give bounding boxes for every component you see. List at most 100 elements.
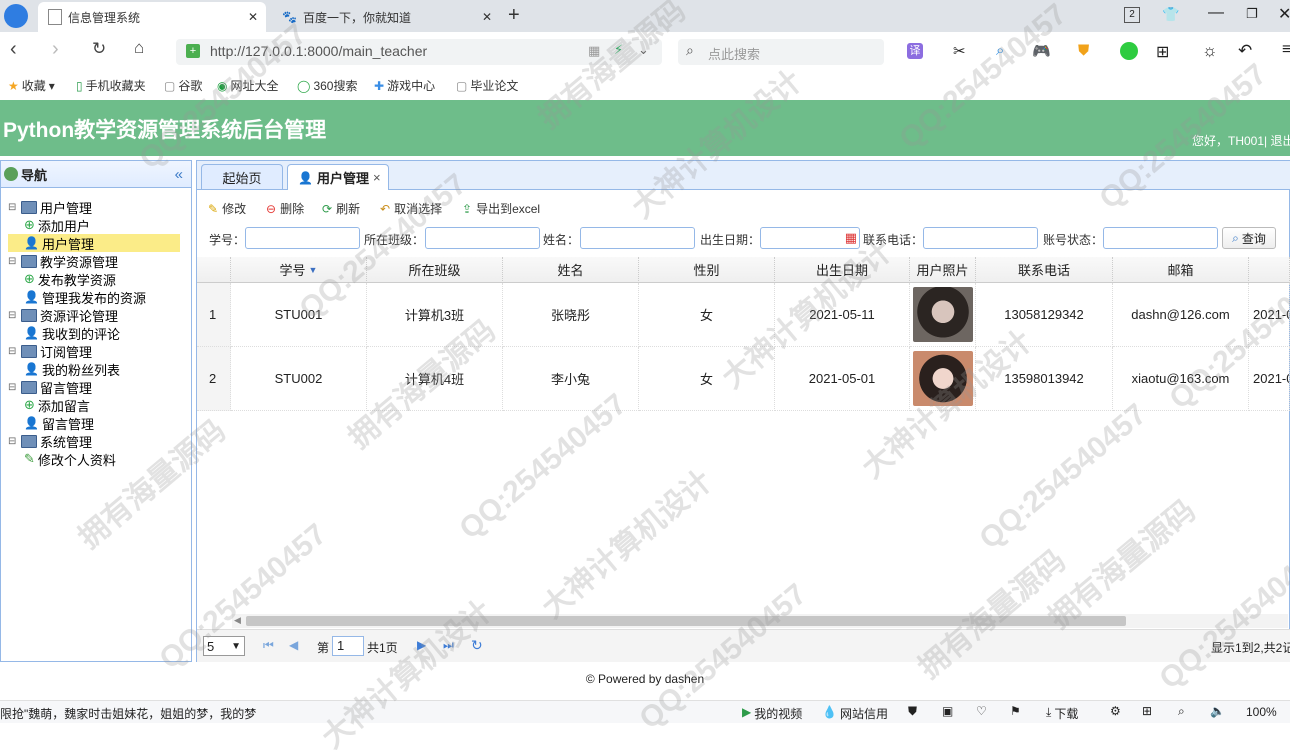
expand-minus-icon[interactable]: ⊟ bbox=[8, 382, 18, 393]
page-size-select[interactable]: 5 ▼ bbox=[203, 636, 245, 656]
nav-group[interactable]: ⊟ 留言管理 bbox=[8, 378, 92, 396]
expand-minus-icon[interactable]: ⊟ bbox=[8, 436, 18, 447]
nav-item[interactable]: 👤 我的粉丝列表 bbox=[24, 360, 120, 378]
qr-icon[interactable]: ▦ bbox=[588, 43, 600, 59]
page-number-input[interactable]: 1 bbox=[332, 636, 364, 656]
nav-item[interactable]: 👤 管理我发布的资源 bbox=[24, 288, 146, 306]
home-icon[interactable]: ⌂ bbox=[134, 38, 144, 58]
shield-icon[interactable]: ⛊ bbox=[908, 704, 917, 719]
menu-icon[interactable]: ≡ bbox=[1282, 41, 1290, 59]
my-video-link[interactable]: ▶ 我的视频 bbox=[742, 705, 802, 722]
nav-item[interactable]: 👤 我收到的评论 bbox=[24, 324, 120, 342]
next-page-icon[interactable]: ▶ bbox=[417, 638, 426, 652]
zoom-icon[interactable]: ⌕ bbox=[1178, 704, 1185, 719]
nav-group[interactable]: ⊟ 系统管理 bbox=[8, 432, 92, 450]
expand-minus-icon[interactable]: ⊟ bbox=[8, 256, 18, 267]
shirt-icon[interactable]: 👕 bbox=[1162, 6, 1179, 23]
shield-icon[interactable]: ⛊ bbox=[1078, 42, 1089, 59]
wechat-icon[interactable] bbox=[1120, 42, 1138, 60]
apps-grid-icon[interactable]: ⊞ bbox=[1156, 42, 1169, 62]
col-student-id[interactable]: 学号 ▼ bbox=[231, 257, 367, 283]
bookmark-games[interactable]: ✚ 游戏中心 bbox=[374, 77, 435, 94]
tab-close-icon[interactable]: × bbox=[373, 170, 381, 185]
bookmark-favorites[interactable]: ★ 收藏 ▾ bbox=[8, 77, 55, 94]
nav-item[interactable]: ✎ 修改个人资料 bbox=[24, 450, 116, 468]
magnifier-icon[interactable]: ⌕ bbox=[996, 42, 1004, 59]
bookmark-google[interactable]: ▢ 谷歌 bbox=[164, 77, 202, 94]
url-text[interactable]: http://127.0.0.1:8000/main_teacher bbox=[210, 43, 427, 59]
cancel-select-button[interactable]: ↶ 取消选择 bbox=[380, 200, 442, 217]
col-gender[interactable]: 性别 bbox=[639, 257, 775, 283]
nav-item[interactable]: 👤 用户管理 bbox=[8, 234, 180, 252]
browser-search-box[interactable]: ⌕ 点此搜索 bbox=[678, 39, 884, 65]
nav-item[interactable]: ⊕ 发布教学资源 bbox=[24, 270, 116, 288]
site-credit-link[interactable]: 💧 网站信用 bbox=[822, 705, 888, 722]
scissors-icon[interactable]: ✂ bbox=[953, 42, 966, 60]
bookmark-mobile[interactable]: ▯ 手机收藏夹 bbox=[76, 77, 146, 94]
undo-icon[interactable]: ↶ bbox=[1238, 41, 1252, 61]
col-photo[interactable]: 用户照片 bbox=[910, 257, 976, 283]
minimize-icon[interactable]: — bbox=[1208, 4, 1224, 22]
nav-item[interactable]: 👤 留言管理 bbox=[24, 414, 94, 432]
image-icon[interactable]: ▣ bbox=[942, 704, 953, 718]
col-extra[interactable] bbox=[1249, 257, 1290, 283]
tab-user-management[interactable]: 👤 用户管理 × bbox=[287, 164, 389, 190]
browser-logo-icon[interactable] bbox=[4, 4, 28, 28]
close-window-icon[interactable]: ✕ bbox=[1278, 4, 1290, 24]
browser-tab[interactable]: 🐾 百度一下，你就知道 ✕ bbox=[272, 2, 500, 32]
nav-group[interactable]: ⊟ 资源评论管理 bbox=[8, 306, 118, 324]
expand-minus-icon[interactable]: ⊟ bbox=[8, 202, 18, 213]
bookmark-360[interactable]: ◯ 360搜索 bbox=[297, 77, 357, 94]
student-id-input[interactable] bbox=[245, 227, 360, 249]
chevron-down-icon[interactable]: ⌄ bbox=[638, 42, 649, 58]
game-icon[interactable]: 🎮 bbox=[1032, 42, 1051, 60]
heart-icon[interactable]: ♡ bbox=[976, 704, 987, 718]
col-email[interactable]: 邮箱 bbox=[1113, 257, 1249, 283]
scrollbar-thumb[interactable] bbox=[246, 616, 1126, 626]
col-phone[interactable]: 联系电话 bbox=[976, 257, 1113, 283]
download-link[interactable]: ⤓ 下载 bbox=[1046, 705, 1078, 722]
user-greeting[interactable]: 您好，TH001| 退出 bbox=[1192, 132, 1290, 149]
settings-icon[interactable]: ⚙ bbox=[1110, 704, 1121, 718]
query-button[interactable]: ⌕ 查询 bbox=[1222, 227, 1276, 249]
bookmark-icon[interactable]: ⚑ bbox=[1010, 704, 1021, 718]
expand-minus-icon[interactable]: ⊟ bbox=[8, 310, 18, 321]
col-name[interactable]: 姓名 bbox=[503, 257, 639, 283]
edit-button[interactable]: ✎ 修改 bbox=[208, 200, 246, 217]
bookmark-nav[interactable]: ◉ 网址大全 bbox=[217, 77, 279, 94]
reload-icon[interactable]: ↻ bbox=[471, 637, 483, 654]
birth-date-input[interactable]: ▦ bbox=[760, 227, 860, 249]
forward-icon[interactable]: › bbox=[52, 38, 59, 61]
class-input[interactable] bbox=[425, 227, 540, 249]
restore-icon[interactable]: ❐ bbox=[1246, 6, 1258, 22]
collapse-icon[interactable]: « bbox=[175, 166, 183, 183]
tab-close-icon[interactable]: ✕ bbox=[248, 10, 258, 24]
zoom-level[interactable]: 100% bbox=[1246, 705, 1277, 719]
last-page-icon[interactable]: ⏭ bbox=[443, 638, 454, 653]
expand-minus-icon[interactable]: ⊟ bbox=[8, 346, 18, 357]
horizontal-scrollbar[interactable]: ◀ bbox=[232, 614, 1288, 628]
address-bar[interactable]: + http://127.0.0.1:8000/main_teacher ▦ ⚡… bbox=[176, 39, 662, 65]
status-select[interactable] bbox=[1103, 227, 1218, 249]
calendar-icon[interactable]: ▦ bbox=[845, 230, 857, 246]
nav-group[interactable]: ⊟ 用户管理 bbox=[8, 198, 92, 216]
translate-icon[interactable]: 译 bbox=[907, 43, 923, 59]
scroll-left-icon[interactable]: ◀ bbox=[234, 615, 241, 626]
tab-home[interactable]: 起始页 bbox=[201, 164, 283, 189]
lightning-icon[interactable]: ⚡ bbox=[614, 42, 623, 58]
tab-count-badge[interactable]: 2 bbox=[1124, 7, 1140, 23]
news-ticker[interactable]: 限抢"魏萌，魏家时击姐妹花，姐姐的梦，我的梦 bbox=[0, 705, 256, 722]
nav-item[interactable]: ⊕ 添加用户 bbox=[24, 216, 90, 234]
export-excel-button[interactable]: ⇪ 导出到excel bbox=[462, 200, 540, 217]
browser-tab-active[interactable]: 信息管理系统 ✕ bbox=[38, 2, 266, 32]
nav-item[interactable]: ⊕ 添加留言 bbox=[24, 396, 90, 414]
prev-page-icon[interactable]: ◀ bbox=[289, 638, 298, 652]
col-birth[interactable]: 出生日期 bbox=[775, 257, 910, 283]
bookmark-thesis[interactable]: ▢ 毕业论文 bbox=[456, 77, 518, 94]
col-class[interactable]: 所在班级 bbox=[367, 257, 503, 283]
back-icon[interactable]: ‹ bbox=[10, 38, 17, 61]
brightness-icon[interactable]: ☼ bbox=[1202, 41, 1218, 61]
phone-input[interactable] bbox=[923, 227, 1038, 249]
volume-icon[interactable]: 🔈 bbox=[1210, 704, 1225, 718]
nav-group[interactable]: ⊟ 订阅管理 bbox=[8, 342, 92, 360]
